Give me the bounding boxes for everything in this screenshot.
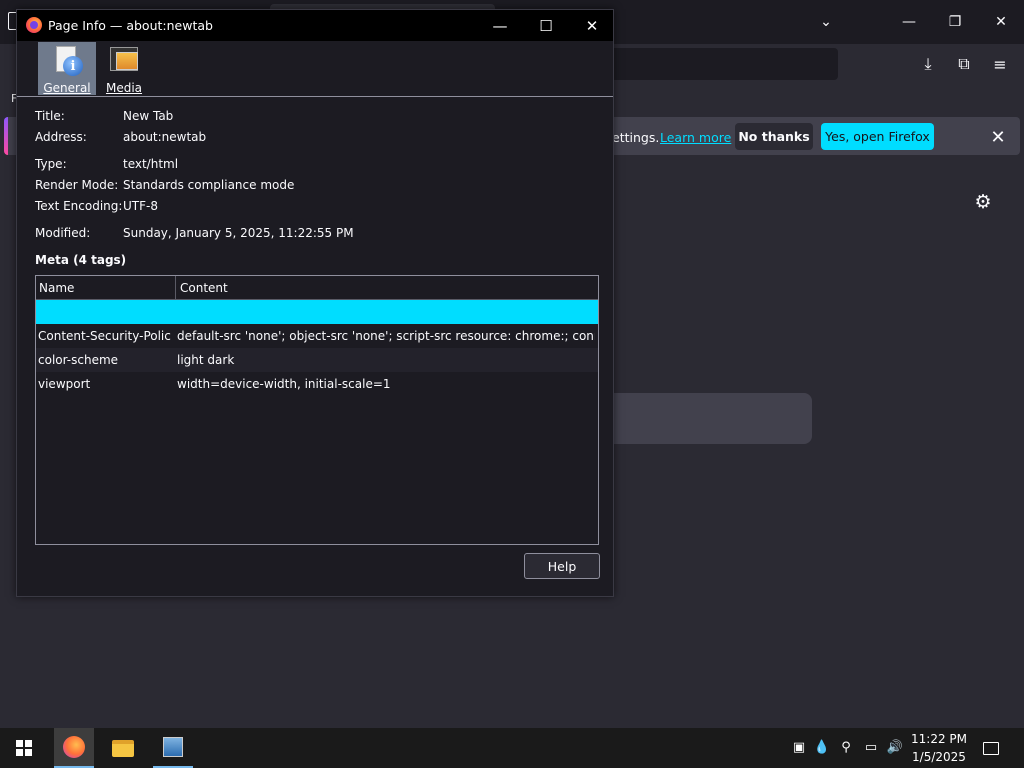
hamburger-menu-icon[interactable]: ≡: [989, 53, 1011, 75]
row-name: color-scheme: [38, 353, 119, 367]
row-name: Content-Security-Polic...: [38, 329, 172, 343]
firefox-icon: [63, 736, 85, 758]
render-mode-value[interactable]: Standards compliance mode: [123, 178, 294, 192]
meta-heading: Meta (4 tags): [35, 253, 127, 267]
search-tray-icon[interactable]: ⚲: [837, 738, 855, 756]
column-header-content[interactable]: Content: [180, 281, 228, 295]
notification-text: ettings.: [612, 130, 660, 145]
taskbar-file-explorer[interactable]: [103, 728, 143, 768]
notification-close-icon[interactable]: ✕: [987, 126, 1009, 148]
action-center-icon[interactable]: [980, 738, 1002, 758]
start-button[interactable]: [0, 728, 48, 768]
address-value[interactable]: about:newtab: [123, 130, 206, 144]
puzzle-icon[interactable]: ⧉: [953, 53, 975, 75]
dialog-tab-bar: i General Media: [17, 41, 613, 97]
taskbar-server-manager[interactable]: [153, 728, 193, 768]
media-image-icon: [107, 44, 141, 78]
text-encoding-value[interactable]: UTF-8: [123, 199, 158, 213]
info-page-icon: i: [50, 44, 84, 78]
dialog-minimize-icon[interactable]: —: [488, 14, 512, 38]
notification-accent: [4, 117, 8, 155]
tab-media[interactable]: Media: [95, 42, 153, 95]
dialog-maximize-icon[interactable]: ☐: [534, 14, 558, 38]
type-label: Type:: [35, 157, 67, 171]
table-row[interactable]: [36, 300, 598, 324]
minimize-icon[interactable]: —: [897, 12, 921, 32]
tab-general[interactable]: i General: [38, 42, 96, 95]
column-divider[interactable]: [175, 276, 176, 300]
file-explorer-icon: [112, 739, 134, 757]
drop-icon[interactable]: 💧: [813, 738, 831, 756]
tab-general-label: General: [43, 81, 91, 95]
table-row[interactable]: color-scheme light dark: [36, 348, 598, 372]
learn-more-link[interactable]: Learn more: [660, 130, 731, 145]
no-thanks-button[interactable]: No thanks: [735, 123, 813, 150]
row-content: default-src 'none'; object-src 'none'; s…: [177, 329, 595, 343]
row-content: light dark: [177, 353, 235, 367]
yes-open-firefox-button[interactable]: Yes, open Firefox: [821, 123, 934, 150]
tab-media-label: Media: [105, 81, 143, 95]
render-mode-label: Render Mode:: [35, 178, 119, 192]
restore-icon[interactable]: ❐: [943, 12, 967, 32]
type-value[interactable]: text/html: [123, 157, 178, 171]
modified-value[interactable]: Sunday, January 5, 2025, 11:22:55 PM: [123, 226, 354, 240]
download-icon[interactable]: ⤓: [917, 53, 939, 75]
column-header-name[interactable]: Name: [39, 281, 74, 295]
clock-date[interactable]: 1/5/2025: [911, 750, 967, 764]
taskbar-firefox[interactable]: [54, 728, 94, 768]
address-label: Address:: [35, 130, 87, 144]
title-value[interactable]: New Tab: [123, 109, 173, 123]
network-tray-icon[interactable]: ▣: [790, 738, 808, 756]
url-bar[interactable]: [600, 48, 838, 80]
page-info-dialog: Page Info — about:newtab — ☐ ✕ i General…: [16, 9, 614, 597]
row-content: width=device-width, initial-scale=1: [177, 377, 391, 391]
row-name: viewport: [38, 377, 91, 391]
volume-icon[interactable]: 🔊: [886, 738, 904, 756]
help-button[interactable]: Help: [524, 553, 600, 579]
text-encoding-label: Text Encoding:: [35, 199, 123, 213]
table-row[interactable]: Content-Security-Polic... default-src 'n…: [36, 324, 598, 348]
gear-icon[interactable]: ⚙: [971, 190, 995, 214]
modified-label: Modified:: [35, 226, 91, 240]
network-icon[interactable]: ▭: [862, 738, 880, 756]
chevron-down-icon[interactable]: ⌄: [814, 12, 838, 32]
close-icon[interactable]: ✕: [989, 12, 1013, 32]
server-manager-icon: [163, 737, 183, 757]
firefox-logo-icon: [26, 17, 42, 33]
title-label: Title:: [35, 109, 65, 123]
table-row[interactable]: viewport width=device-width, initial-sca…: [36, 372, 598, 396]
dialog-title: Page Info — about:newtab: [48, 18, 213, 33]
dialog-titlebar: Page Info — about:newtab — ☐ ✕: [17, 10, 613, 41]
dialog-close-icon[interactable]: ✕: [580, 14, 604, 38]
windows-logo-icon: [16, 740, 32, 756]
meta-tags-table[interactable]: Name Content Content-Security-Polic... d…: [35, 275, 599, 545]
table-header: Name Content: [36, 276, 598, 300]
clock-time[interactable]: 11:22 PM: [911, 732, 967, 746]
newtab-search-box[interactable]: [600, 393, 812, 444]
